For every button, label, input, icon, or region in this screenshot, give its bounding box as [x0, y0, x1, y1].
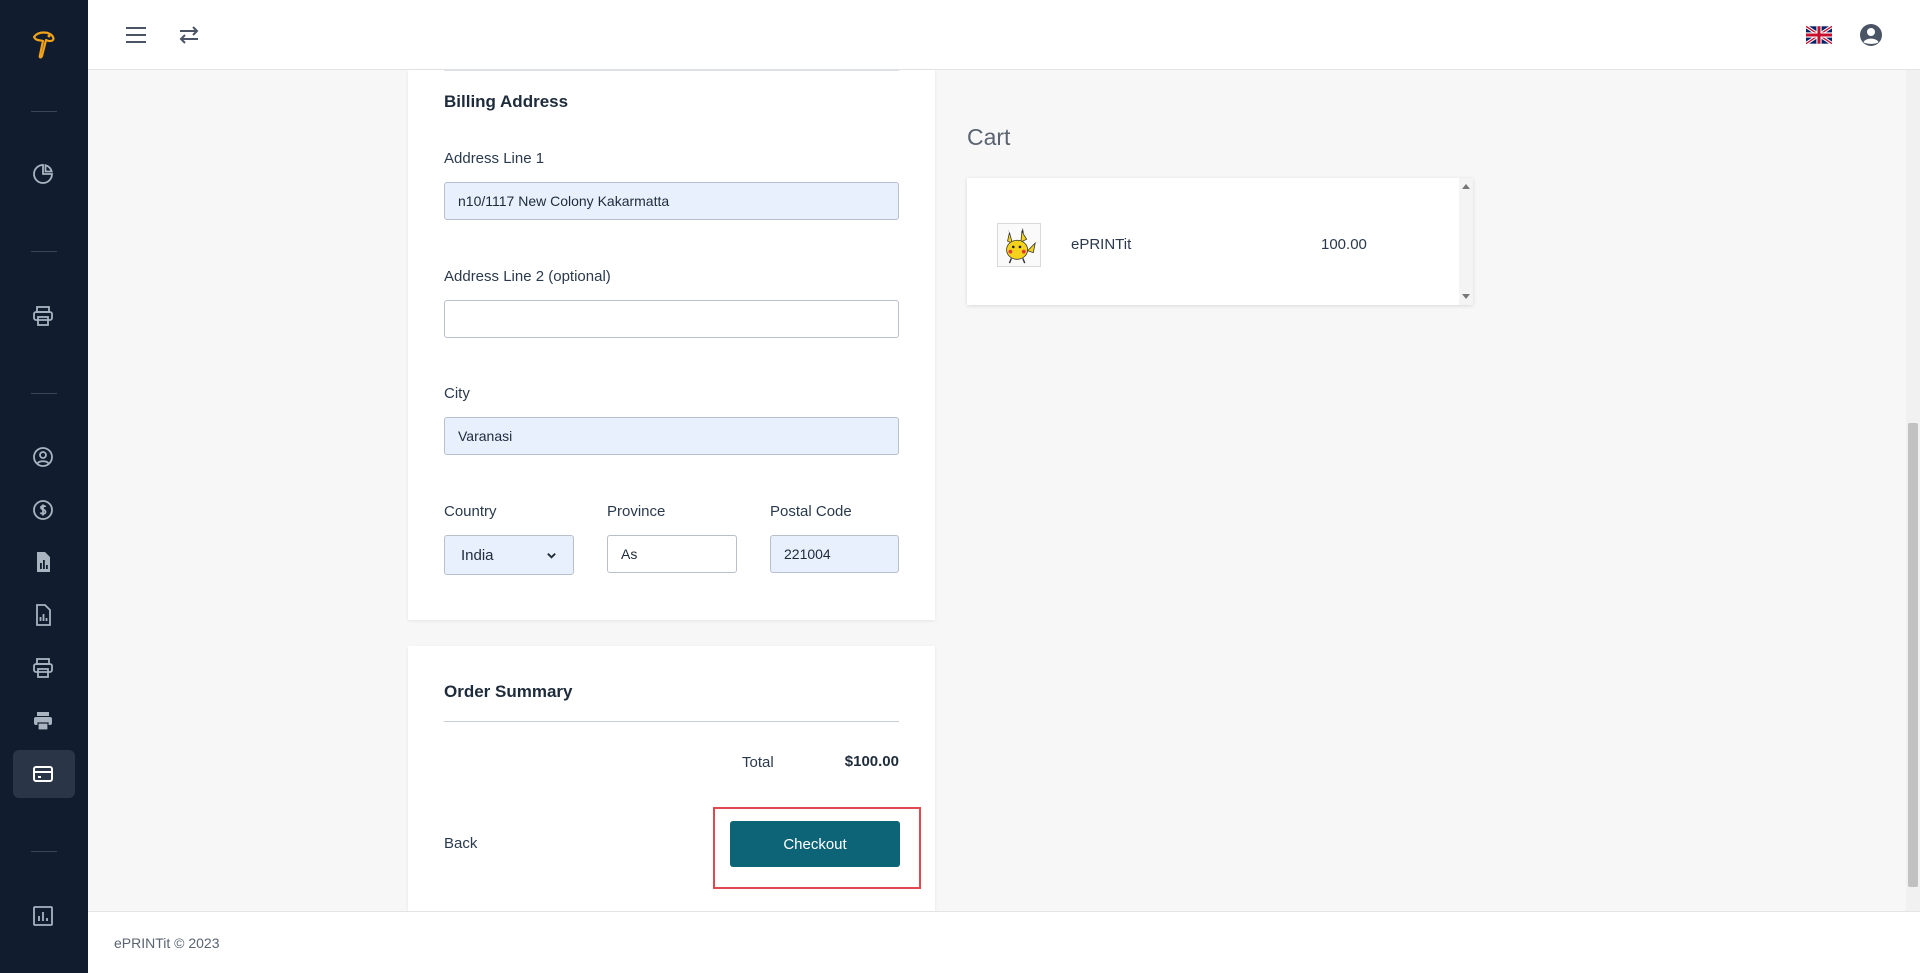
sidebar-separator — [31, 251, 57, 252]
billing-address-card: Billing Address Address Line 1 Address L… — [408, 70, 935, 620]
cart-title: Cart — [967, 124, 1011, 150]
scroll-up-arrow-icon[interactable] — [1462, 184, 1470, 189]
credit-card-icon[interactable] — [28, 759, 58, 789]
swap-icon[interactable] — [175, 21, 203, 49]
menu-icon[interactable] — [122, 21, 150, 49]
checkout-button[interactable]: Checkout — [730, 821, 900, 867]
cart-item-name: ePRINTit — [1071, 236, 1132, 253]
dollar-icon[interactable] — [28, 495, 58, 525]
total-label: Total — [742, 754, 774, 771]
cart-item-price: 100.00 — [1321, 236, 1367, 253]
address-line-2-input[interactable] — [444, 300, 899, 338]
chevron-down-icon — [547, 552, 556, 559]
account-icon[interactable] — [1857, 21, 1885, 49]
bar-chart-icon[interactable] — [28, 901, 58, 931]
printer-outline-icon[interactable] — [28, 653, 58, 683]
back-link[interactable]: Back — [444, 835, 477, 852]
logo-icon[interactable] — [28, 28, 58, 60]
province-label: Province — [607, 503, 666, 520]
report-icon[interactable] — [28, 600, 58, 630]
city-label: City — [444, 385, 470, 402]
sidebar-separator — [31, 111, 57, 112]
address-line-2-label-text: Address Line 2 — [444, 268, 545, 285]
uk-flag-icon[interactable] — [1804, 23, 1834, 47]
scroll-down-arrow-icon[interactable] — [1462, 294, 1470, 299]
sidebar — [0, 0, 88, 973]
address-line-1-label: Address Line 1 — [444, 150, 545, 167]
order-summary-card: Order Summary Total $100.00 Back Checkou… — [408, 646, 935, 911]
sidebar-separator — [31, 851, 57, 852]
footer-copyright: ePRINTit © 2023 — [114, 935, 220, 951]
total-value: $100.00 — [844, 753, 899, 770]
document-chart-icon[interactable] — [28, 547, 58, 577]
cart-panel: ePRINTit 100.00 — [967, 178, 1473, 305]
country-select[interactable]: India — [444, 535, 574, 575]
address-line-1-input[interactable] — [444, 182, 899, 220]
page-scrollbar-thumb[interactable] — [1908, 423, 1918, 887]
cart-scrollbar[interactable] — [1459, 178, 1473, 305]
order-summary-divider — [444, 721, 899, 722]
printer-icon[interactable] — [28, 301, 58, 331]
user-circle-icon[interactable] — [28, 442, 58, 472]
product-thumbnail — [997, 223, 1041, 267]
sidebar-separator — [31, 393, 57, 394]
footer: ePRINTit © 2023 — [88, 911, 1920, 973]
card-divider — [444, 70, 899, 71]
page-scrollbar[interactable] — [1906, 70, 1920, 911]
top-bar — [88, 0, 1920, 70]
country-label: Country — [444, 503, 497, 520]
order-summary-title: Order Summary — [444, 682, 573, 701]
country-select-value: India — [461, 546, 494, 564]
city-input[interactable] — [444, 417, 899, 455]
province-input[interactable] — [607, 535, 737, 573]
pie-chart-icon[interactable] — [28, 159, 58, 189]
postal-code-label: Postal Code — [770, 503, 852, 520]
postal-code-input[interactable] — [770, 535, 899, 573]
printer-filled-icon[interactable] — [28, 706, 58, 736]
address-line-2-label: Address Line 2 (optional) — [444, 268, 611, 285]
optional-label: (optional) — [548, 268, 611, 285]
billing-address-title: Billing Address — [444, 92, 569, 111]
